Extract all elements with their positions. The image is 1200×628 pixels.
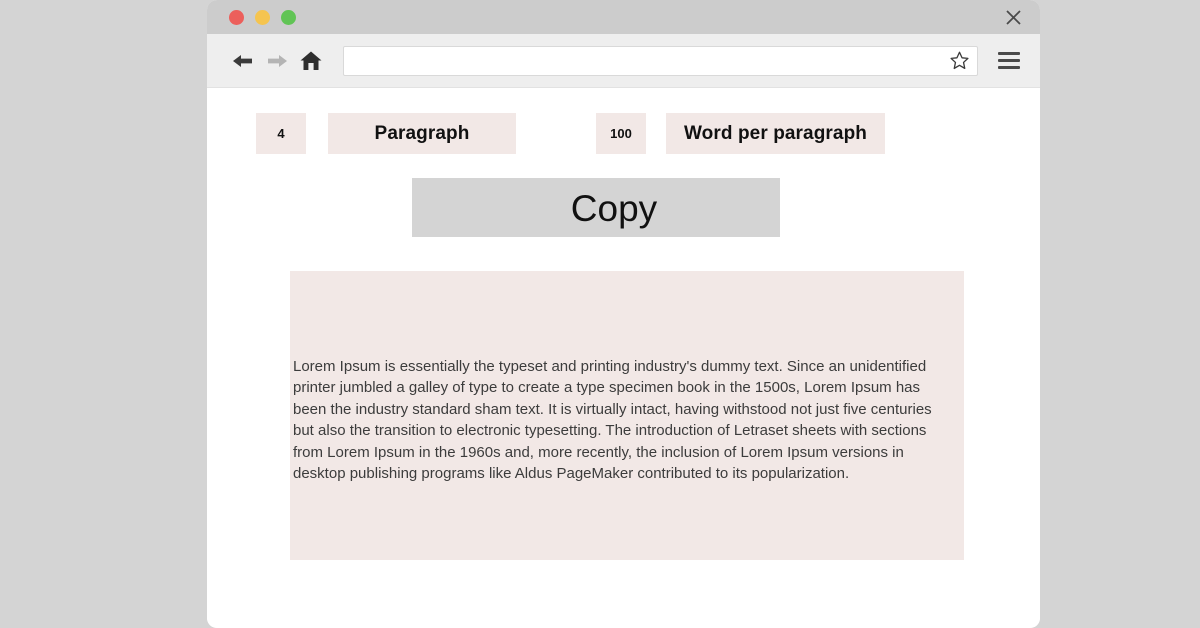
page-content: Paragraph Word per paragraph Copy Lorem …: [207, 88, 1040, 627]
paragraph-count-input[interactable]: [256, 113, 306, 154]
generator-controls: Paragraph Word per paragraph: [256, 113, 885, 154]
menu-bar-1: [998, 52, 1020, 55]
traffic-light-group: [229, 9, 296, 25]
close-icon[interactable]: [1000, 4, 1026, 30]
address-bar[interactable]: [343, 45, 978, 76]
browser-toolbar: [207, 34, 1040, 88]
window-titlebar: [207, 0, 1040, 34]
menu-bar-3: [998, 66, 1020, 69]
copy-button[interactable]: Copy: [412, 178, 780, 237]
maximize-dot[interactable]: [281, 9, 296, 25]
lorem-output-textarea[interactable]: Lorem Ipsum is essentially the typeset a…: [290, 271, 964, 560]
forward-arrow-icon[interactable]: [263, 47, 291, 75]
bookmark-star-icon[interactable]: [947, 49, 971, 73]
paragraph-label: Paragraph: [328, 113, 516, 154]
menu-bar-2: [998, 59, 1020, 62]
back-arrow-icon[interactable]: [229, 47, 257, 75]
words-per-paragraph-input[interactable]: [596, 113, 646, 154]
minimize-dot[interactable]: [255, 9, 270, 25]
words-per-paragraph-label: Word per paragraph: [666, 113, 885, 154]
close-dot[interactable]: [229, 9, 244, 25]
hamburger-menu-icon[interactable]: [992, 44, 1026, 78]
navigation-icon-group: [229, 47, 325, 75]
address-input[interactable]: [354, 45, 947, 76]
browser-window: Paragraph Word per paragraph Copy Lorem …: [207, 0, 1040, 628]
home-icon[interactable]: [297, 47, 325, 75]
